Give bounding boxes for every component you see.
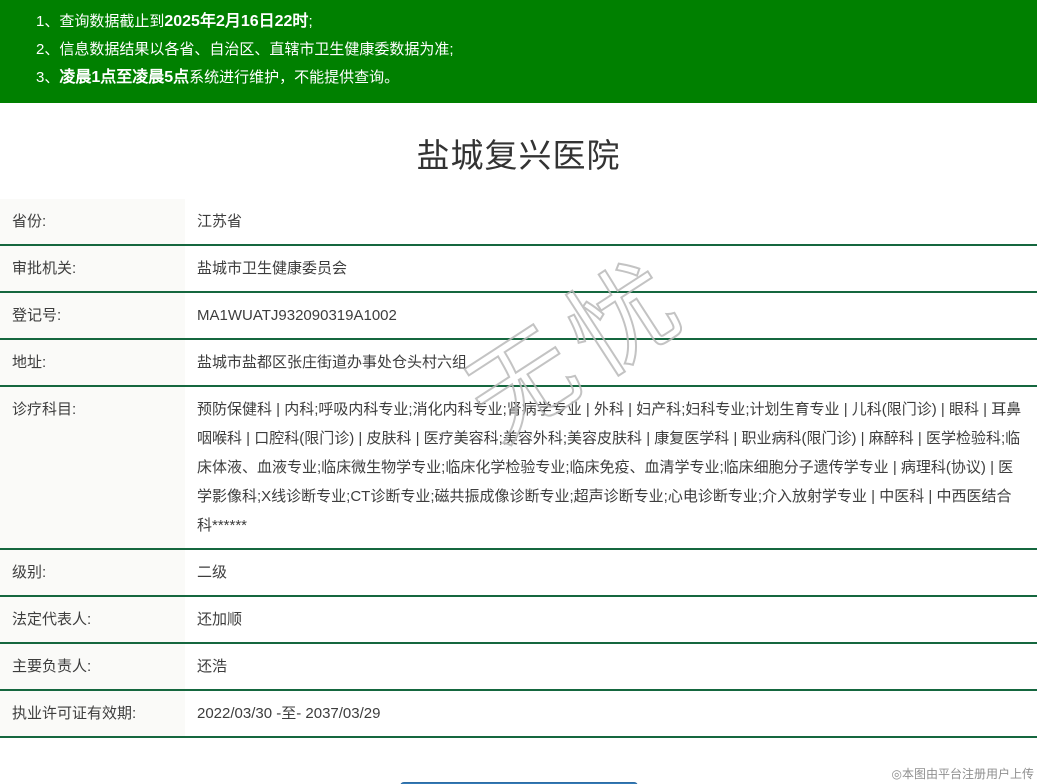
row-label-main-person-in-charge: 主要负责人: <box>0 643 185 690</box>
row-value-treatment-subjects: 预防保健科 | 内科;呼吸内科专业;消化内科专业;肾病学专业 | 外科 | 妇产… <box>185 386 1037 549</box>
row-label-license-validity: 执业许可证有效期: <box>0 690 185 737</box>
row-label-level: 级别: <box>0 549 185 596</box>
hospital-title: 盐城复兴医院 <box>0 129 1037 177</box>
table-row-license-validity: 执业许可证有效期: 2022/03/30 -至- 2037/03/29 <box>0 690 1037 737</box>
row-label-legal-representative: 法定代表人: <box>0 596 185 643</box>
table-row-main-person-in-charge: 主要负责人: 还浩 <box>0 643 1037 690</box>
row-value-address: 盐城市盐都区张庄街道办事处仓头村六组 <box>185 339 1037 386</box>
row-value-legal-representative: 还加顺 <box>185 596 1037 643</box>
notice-line-1-suffix: ; <box>308 13 312 30</box>
row-label-treatment-subjects: 诊疗科目: <box>0 386 185 549</box>
notice-line-3-suffix: 系统进行维护，不能提供查询。 <box>189 69 399 86</box>
row-value-license-validity: 2022/03/30 -至- 2037/03/29 <box>185 690 1037 737</box>
table-row-legal-representative: 法定代表人: 还加顺 <box>0 596 1037 643</box>
row-value-registration-number: MA1WUATJ932090319A1002 <box>185 292 1037 339</box>
row-value-level: 二级 <box>185 549 1037 596</box>
notice-line-1-text: 1、查询数据截止到 <box>36 13 164 30</box>
row-value-main-person-in-charge: 还浩 <box>185 643 1037 690</box>
notice-line-3: 3、凌晨1点至凌晨5点系统进行维护，不能提供查询。 <box>36 64 1017 92</box>
notice-line-2: 2、信息数据结果以各省、自治区、直辖市卫生健康委数据为准; <box>36 36 1017 64</box>
table-row-province: 省份: 江苏省 <box>0 199 1037 245</box>
row-value-approval-authority: 盐城市卫生健康委员会 <box>185 245 1037 292</box>
row-label-province: 省份: <box>0 199 185 245</box>
notice-line-3-text: 3、 <box>36 69 59 86</box>
notice-line-1: 1、查询数据截止到2025年2月16日22时; <box>36 8 1017 36</box>
row-value-province: 江苏省 <box>185 199 1037 245</box>
notice-line-1-bold: 2025年2月16日22时 <box>164 13 308 30</box>
notice-line-3-bold: 凌晨1点至凌晨5点 <box>59 69 189 86</box>
table-row-registration-number: 登记号: MA1WUATJ932090319A1002 <box>0 292 1037 339</box>
notice-line-2-text: 2、信息数据结果以各省、自治区、直辖市卫生健康委数据为准; <box>36 41 454 58</box>
row-label-approval-authority: 审批机关: <box>0 245 185 292</box>
table-row-treatment-subjects: 诊疗科目: 预防保健科 | 内科;呼吸内科专业;消化内科专业;肾病学专业 | 外… <box>0 386 1037 549</box>
table-row-level: 级别: 二级 <box>0 549 1037 596</box>
row-label-address: 地址: <box>0 339 185 386</box>
hospital-info-table: 省份: 江苏省 审批机关: 盐城市卫生健康委员会 登记号: MA1WUATJ93… <box>0 199 1037 738</box>
row-label-registration-number: 登记号: <box>0 292 185 339</box>
table-row-approval-authority: 审批机关: 盐城市卫生健康委员会 <box>0 245 1037 292</box>
notice-banner: 1、查询数据截止到2025年2月16日22时; 2、信息数据结果以各省、自治区、… <box>0 0 1037 103</box>
table-row-address: 地址: 盐城市盐都区张庄街道办事处仓头村六组 <box>0 339 1037 386</box>
upload-credit-watermark: ◎本图由平台注册用户上传 <box>892 765 1034 782</box>
